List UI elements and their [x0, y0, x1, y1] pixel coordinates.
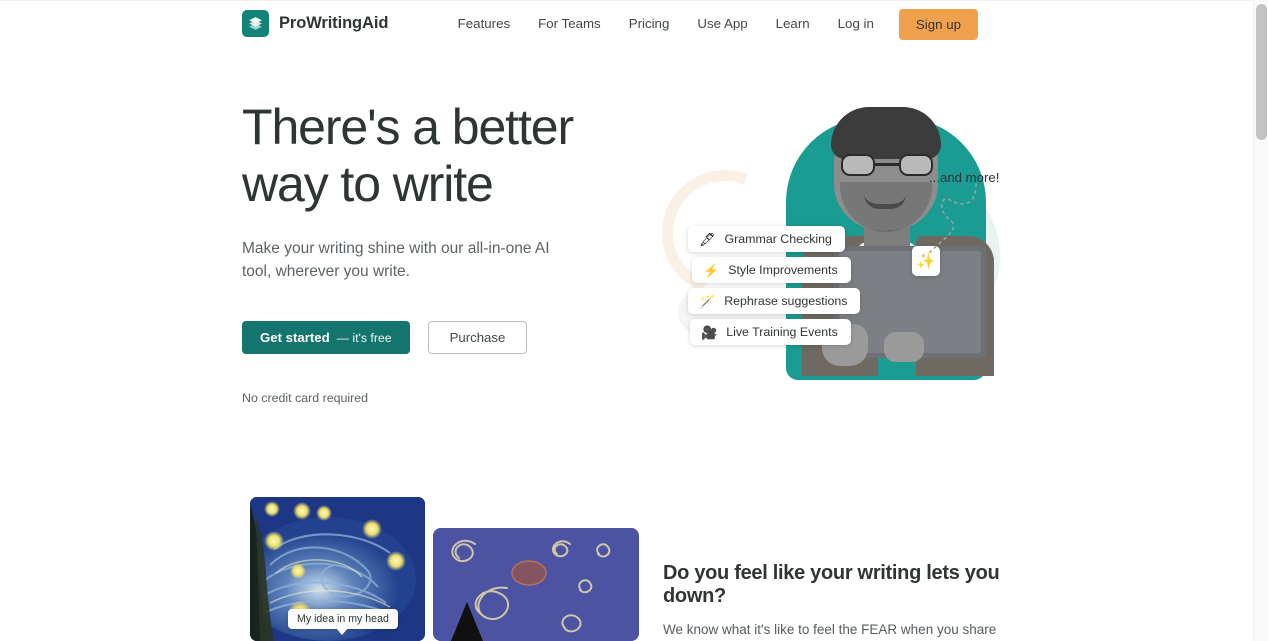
nav-item-pricing[interactable]: Pricing: [615, 0, 684, 48]
get-started-sublabel: — it's free: [336, 330, 392, 345]
hero-subtitle: Make your writing shine with our all-in-…: [242, 240, 550, 280]
sign-up-button[interactable]: Sign up: [898, 8, 978, 40]
feature-card-label: Rephrase suggestions: [724, 294, 848, 308]
dotted-loop-arrow-icon: [929, 183, 977, 253]
glasses-icon: [841, 154, 933, 176]
lightning-bolt-icon: ⚡: [703, 262, 720, 278]
brand-logo-link[interactable]: ProWritingAid: [242, 10, 388, 37]
lower-section-body: We know what it's like to feel the FEAR …: [663, 622, 997, 637]
feature-card-style-improvements: ⚡ Style Improvements: [692, 257, 851, 283]
feature-card-rephrase-suggestions: 🪄 Rephrase suggestions: [688, 288, 861, 314]
hero-title-line-1: There's a better: [242, 99, 574, 155]
no-credit-card-note: No credit card required: [242, 391, 369, 405]
feature-card-label: Live Training Events: [726, 325, 838, 339]
page-title: There's a better way to write: [242, 99, 642, 213]
lower-section: Do you feel like your writing lets you d…: [663, 562, 1023, 641]
scrollbar-thumb[interactable]: [1256, 4, 1267, 140]
brand-name: ProWritingAid: [279, 14, 389, 32]
movie-camera-icon: 🎥: [701, 324, 718, 340]
feature-card-label: Style Improvements: [728, 263, 838, 277]
get-started-button[interactable]: Get started — it's free: [242, 321, 410, 354]
nav-item-for-teams[interactable]: For Teams: [524, 0, 615, 48]
feature-card-grammar-checking: 🖋 Grammar Checking: [688, 226, 845, 252]
hero-section: There's a better way to write Make your …: [242, 99, 642, 405]
get-started-label: Get started: [260, 330, 330, 345]
feature-card-label: Grammar Checking: [724, 232, 832, 246]
hand-right: [884, 332, 924, 362]
hero-cta-row: Get started — it's free Purchase: [242, 321, 642, 354]
glasses-lens-right: [899, 154, 933, 176]
crude-spiral-drawing: [433, 528, 639, 641]
idea-tooltip: My idea in my head: [288, 609, 398, 635]
page-scrollbar[interactable]: [1253, 0, 1268, 641]
glasses-bridge: [875, 163, 899, 166]
nav-item-use-app[interactable]: Use App: [683, 0, 761, 48]
hair: [831, 107, 941, 159]
stacked-pages-check-icon: [242, 10, 269, 37]
nav-item-features[interactable]: Features: [444, 0, 524, 48]
magic-wand-icon: 🪄: [699, 293, 716, 309]
hero-title-line-2: way to write: [242, 156, 494, 212]
purchase-button[interactable]: Purchase: [427, 321, 528, 354]
nav-item-learn[interactable]: Learn: [762, 0, 824, 48]
page-root: ProWritingAid Features For Teams Pricing…: [0, 0, 1268, 641]
feature-card-live-training-events: 🎥 Live Training Events: [690, 319, 851, 345]
primary-nav: Features For Teams Pricing Use App Learn…: [444, 0, 978, 48]
hero-illustration: 🖋 Grammar Checking ⚡ Style Improvements …: [641, 96, 1048, 396]
lower-section-title: Do you feel like your writing lets you d…: [663, 562, 1000, 607]
site-header: ProWritingAid Features For Teams Pricing…: [0, 0, 1253, 48]
nav-item-log-in[interactable]: Log in: [824, 0, 888, 48]
quill-pen-icon: 🖋: [699, 231, 716, 247]
glasses-lens-left: [841, 154, 875, 176]
